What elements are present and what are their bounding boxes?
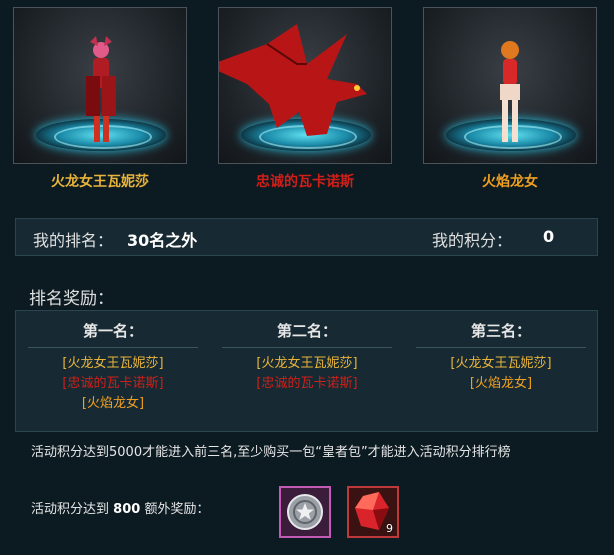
reward-item[interactable]: [火龙女王瓦妮莎] bbox=[16, 354, 210, 374]
silver-coin-icon bbox=[287, 494, 323, 530]
reward-item[interactable]: [火龙女王瓦妮莎] bbox=[210, 354, 404, 374]
character-name-2: 忠诚的瓦卡诺斯 bbox=[256, 174, 354, 190]
my-rank-value: 30名之外 bbox=[127, 231, 198, 250]
reward-tier-third: 第三名： [火龙女王瓦妮莎] [火焰龙女] bbox=[404, 311, 598, 394]
reward-item[interactable]: [火焰龙女] bbox=[404, 374, 598, 394]
portrait-fire-dragon-queen[interactable] bbox=[13, 7, 187, 164]
reward-item[interactable]: [火焰龙女] bbox=[16, 394, 210, 414]
ranking-notice: 活动积分达到5000才能进入前三名,至少购买一包“皇者包”才能进入活动积分排行榜 bbox=[31, 445, 511, 460]
my-rank-bar: 我的排名： 30名之外 我的积分： 0 bbox=[15, 218, 598, 256]
divider bbox=[222, 347, 392, 348]
my-rank-label: 我的排名： bbox=[33, 231, 114, 250]
extra-reward-label: 活动积分达到 800 额外奖励： bbox=[31, 498, 209, 517]
reward-tier-first: 第一名： [火龙女王瓦妮莎] [忠诚的瓦卡诺斯] [火焰龙女] bbox=[16, 311, 210, 414]
character-name-1: 火龙女王瓦妮莎 bbox=[51, 174, 149, 190]
portrait-loyal-dragon[interactable] bbox=[218, 7, 392, 164]
reward-item[interactable]: [忠诚的瓦卡诺斯] bbox=[210, 374, 404, 394]
divider bbox=[28, 347, 198, 348]
reward-item[interactable]: [忠诚的瓦卡诺斯] bbox=[16, 374, 210, 394]
tier-heading: 第一名： bbox=[82, 322, 143, 340]
character-name-3: 火焰龙女 bbox=[482, 174, 538, 190]
extra-reward-suffix: 额外奖励： bbox=[144, 502, 210, 517]
character-portraits: 火龙女王瓦妮莎 忠诚的瓦卡诺斯 火焰龙女 bbox=[0, 0, 614, 200]
dragon-queen-figure-icon bbox=[86, 36, 116, 142]
reward-item[interactable]: [火龙女王瓦妮莎] bbox=[404, 354, 598, 374]
divider bbox=[416, 347, 586, 348]
portrait-flame-dragon-girl[interactable] bbox=[423, 7, 597, 164]
rank-reward-panel: 第一名： [火龙女王瓦妮莎] [忠诚的瓦卡诺斯] [火焰龙女] 第二名： [火龙… bbox=[15, 310, 598, 432]
reward-tier-second: 第二名： [火龙女王瓦妮莎] [忠诚的瓦卡诺斯] bbox=[210, 311, 404, 394]
extra-reward-prefix: 活动积分达到 bbox=[31, 502, 110, 517]
tier-heading: 第三名： bbox=[470, 322, 531, 340]
reward-slot-coin[interactable] bbox=[279, 486, 331, 538]
tier-heading: 第二名： bbox=[276, 322, 337, 340]
extra-reward-threshold: 800 bbox=[113, 502, 141, 517]
rank-reward-title: 排名奖励： bbox=[29, 289, 114, 309]
my-score-label: 我的积分： bbox=[432, 231, 513, 250]
red-dragon-figure-icon bbox=[219, 24, 367, 136]
flame-girl-figure-icon bbox=[500, 41, 520, 142]
reward-slot-crystal[interactable]: 9 bbox=[347, 486, 399, 538]
my-score-value: 0 bbox=[543, 227, 555, 246]
item-count: 9 bbox=[386, 522, 393, 535]
